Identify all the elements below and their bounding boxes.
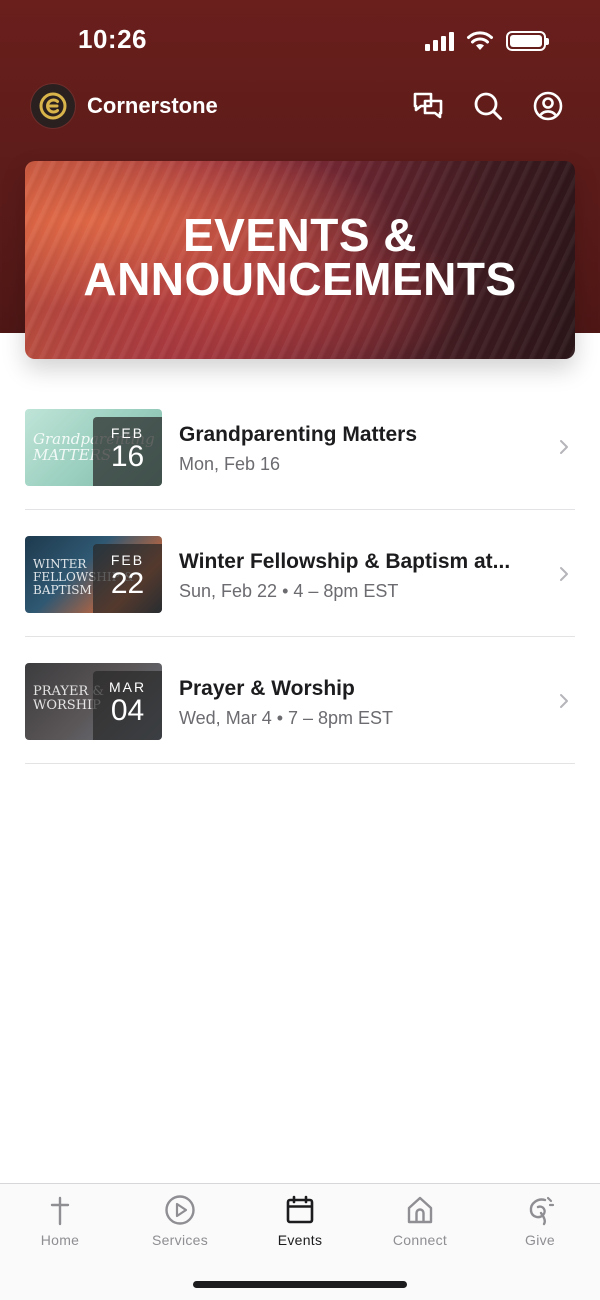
- chevron-right-icon: [560, 567, 568, 581]
- profile-button[interactable]: [532, 90, 564, 122]
- date-badge: MAR 04: [93, 671, 162, 740]
- banner-title-line-1: EVENTS &: [182, 209, 418, 261]
- tab-events[interactable]: Events: [240, 1194, 360, 1248]
- event-title: Grandparenting Matters: [179, 423, 418, 446]
- tab-services[interactable]: Services: [120, 1194, 240, 1248]
- events-banner: EVENTS & ANNOUNCEMENTS: [25, 161, 575, 359]
- cellular-signal-icon: [425, 31, 454, 51]
- status-bar: 10:26: [0, 0, 600, 80]
- event-row[interactable]: PRAYER & WORSHIP MAR 04 Prayer & Worship…: [25, 637, 575, 764]
- chat-bubbles-icon: [413, 92, 443, 119]
- cross-icon: [50, 1196, 70, 1226]
- status-time: 10:26: [78, 24, 147, 54]
- event-title: Prayer & Worship: [179, 677, 355, 700]
- tab-give[interactable]: Give: [480, 1194, 600, 1248]
- banner-title: EVENTS & ANNOUNCEMENTS: [25, 209, 575, 305]
- give-icon: [529, 1196, 555, 1226]
- event-list: Grandparenting MATTERS FEB 16 Grandparen…: [25, 383, 575, 764]
- date-month: FEB: [110, 552, 145, 568]
- tab-label: Services: [151, 1232, 209, 1248]
- messages-button[interactable]: [412, 90, 444, 122]
- date-day: 16: [110, 440, 145, 473]
- date-day: 04: [110, 694, 145, 727]
- header-actions: [412, 90, 564, 122]
- tab-home[interactable]: Home: [0, 1194, 120, 1248]
- app-header: Cornerstone: [0, 80, 600, 134]
- date-month: MAR: [108, 679, 147, 695]
- tab-label: Give: [525, 1232, 555, 1248]
- date-month: FEB: [110, 425, 145, 441]
- calendar-icon: [286, 1195, 314, 1224]
- profile-icon: [533, 91, 563, 121]
- event-row[interactable]: Grandparenting MATTERS FEB 16 Grandparen…: [25, 383, 575, 510]
- tab-label: Connect: [392, 1232, 448, 1248]
- chevron-right-icon: [560, 694, 568, 708]
- event-thumbnail: Grandparenting MATTERS FEB 16: [25, 409, 162, 486]
- chevron-right-icon: [560, 440, 568, 454]
- home-indicator: [193, 1281, 407, 1288]
- tab-label: Events: [277, 1232, 323, 1248]
- event-thumbnail: WINTER FELLOWSHIP & BAPTISM FEB 22: [25, 536, 162, 613]
- wifi-icon: [467, 31, 493, 50]
- event-date: Mon, Feb 16: [179, 454, 281, 474]
- event-title: Winter Fellowship & Baptism at...: [179, 550, 511, 573]
- tab-label: Home: [40, 1232, 80, 1248]
- tab-connect[interactable]: Connect: [360, 1194, 480, 1248]
- date-badge: FEB 16: [93, 417, 162, 486]
- date-day: 22: [110, 567, 145, 600]
- event-row[interactable]: WINTER FELLOWSHIP & BAPTISM FEB 22 Winte…: [25, 510, 575, 637]
- play-icon: [165, 1195, 195, 1225]
- brand-logo-icon[interactable]: [31, 84, 75, 128]
- house-icon: [407, 1196, 433, 1224]
- app-name: Cornerstone: [87, 93, 218, 118]
- event-date: Wed, Mar 4 • 7 – 8pm EST: [179, 708, 394, 728]
- event-thumbnail: PRAYER & WORSHIP MAR 04: [25, 663, 162, 740]
- search-icon: [474, 92, 502, 120]
- battery-icon: [506, 31, 549, 51]
- date-badge: FEB 22: [93, 544, 162, 613]
- event-date: Sun, Feb 22 • 4 – 8pm EST: [179, 581, 399, 601]
- search-button[interactable]: [472, 90, 504, 122]
- banner-title-line-2: ANNOUNCEMENTS: [83, 253, 517, 305]
- status-icons: [425, 30, 549, 52]
